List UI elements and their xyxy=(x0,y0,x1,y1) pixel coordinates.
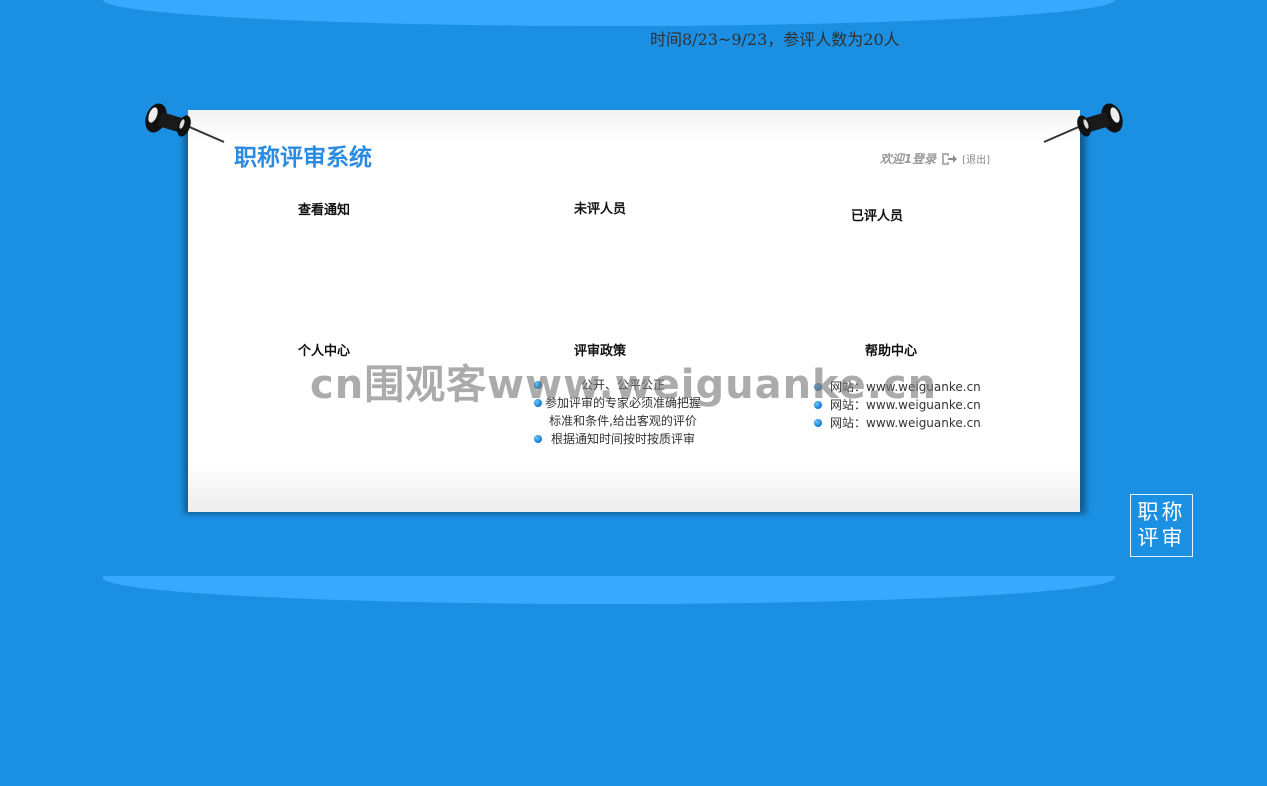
pushpin-right-icon xyxy=(1043,103,1123,143)
list-item[interactable]: 网站：www.weiguanke.cn xyxy=(812,414,992,432)
menu-reviewed[interactable]: 已评人员 xyxy=(851,205,903,224)
menu-unreviewed[interactable]: 未评人员 xyxy=(574,198,626,217)
list-item: 根据通知时间按时按质评审 xyxy=(528,430,718,448)
main-panel: 职称评审系统 欢迎1登录 [退出] 查看通知 未评人员 已评人员 个人中心 评审… xyxy=(188,110,1080,512)
bullet-icon xyxy=(534,381,542,389)
bullet-icon xyxy=(534,399,542,407)
bullet-icon xyxy=(814,419,822,427)
welcome-area: 欢迎1登录 [退出] xyxy=(880,150,990,167)
side-badge-line1: 职称 xyxy=(1137,500,1186,524)
menu-personal-center[interactable]: 个人中心 xyxy=(298,340,350,359)
side-badge-line2: 评审 xyxy=(1137,526,1186,550)
logout-icon[interactable] xyxy=(940,151,958,167)
top-decor-band xyxy=(103,0,1115,26)
menu-help-center[interactable]: 帮助中心 xyxy=(865,340,917,359)
help-list: 网站：www.weiguanke.cn 网站：www.weiguanke.cn … xyxy=(812,378,992,432)
page-title: 职称评审系统 xyxy=(234,145,372,171)
menu-review-policy[interactable]: 评审政策 xyxy=(574,340,626,359)
list-item: 公开、公平公正 xyxy=(528,376,718,394)
list-item[interactable]: 网站：www.weiguanke.cn xyxy=(812,396,992,414)
bottom-decor-band xyxy=(103,576,1115,604)
list-item: 标准和条件,给出客观的评价 xyxy=(549,414,697,428)
notice-text: 时间8/23~9/23，参评人数为20人 xyxy=(650,30,900,49)
welcome-text: 欢迎1登录 xyxy=(879,152,937,166)
side-badge[interactable]: 职称 评审 xyxy=(1130,494,1193,557)
logout-link[interactable]: [退出] xyxy=(962,151,990,166)
list-item: 参加评审的专家必须准确把握 xyxy=(528,394,718,412)
policy-list: 公开、公平公正 参加评审的专家必须准确把握 标准和条件,给出客观的评价 根据通知… xyxy=(528,376,718,448)
bullet-icon xyxy=(534,435,542,443)
pushpin-left-icon xyxy=(145,103,225,143)
list-item[interactable]: 网站：www.weiguanke.cn xyxy=(812,378,992,396)
bullet-icon xyxy=(814,401,822,409)
bullet-icon xyxy=(814,383,822,391)
menu-view-notice[interactable]: 查看通知 xyxy=(298,199,350,218)
